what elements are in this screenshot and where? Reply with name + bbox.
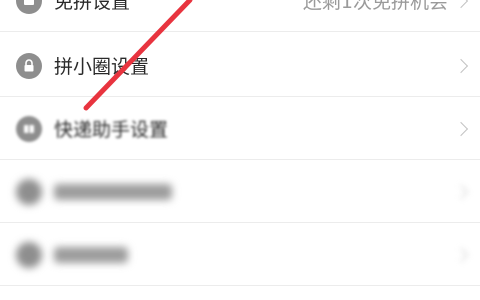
settings-row-label: 拼小圈设置 — [54, 56, 150, 78]
settings-row-label: 快递助手设置 — [54, 119, 169, 141]
settings-row-blurred[interactable] — [0, 161, 480, 223]
settings-row-value: 还剩1次免拼机会 — [302, 0, 448, 13]
coupon-icon — [16, 0, 42, 14]
blurred-icon — [16, 178, 42, 205]
settings-row-label: 免拼设置 — [54, 0, 131, 13]
settings-row-free-group[interactable]: 免拼设置 还剩1次免拼机会 — [0, 0, 480, 32]
settings-list: 免拼设置 还剩1次免拼机会 拼小圈设置 快递助手设置 — [0, 0, 480, 300]
lock-icon — [16, 52, 42, 79]
settings-row-label — [54, 183, 172, 200]
chevron-right-icon — [453, 184, 469, 199]
settings-row-label — [54, 246, 128, 263]
chevron-right-icon — [453, 121, 469, 136]
blurred-icon — [16, 241, 42, 268]
chevron-right-icon — [453, 247, 469, 262]
chevron-right-icon — [453, 58, 469, 73]
chevron-right-icon — [453, 0, 469, 8]
settings-row-blurred[interactable] — [0, 224, 480, 286]
package-icon — [16, 115, 42, 142]
settings-row-pinxiaoquan[interactable]: 拼小圈设置 — [0, 35, 480, 97]
settings-row-courier-assistant[interactable]: 快递助手设置 — [0, 98, 480, 160]
